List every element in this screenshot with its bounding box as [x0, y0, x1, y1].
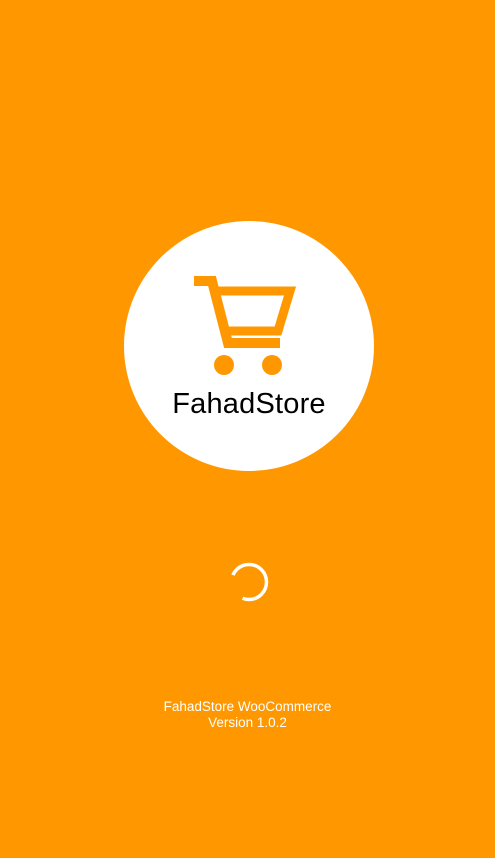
loading-spinner-icon: [229, 562, 269, 602]
splash-screen: FahadStore FahadStore WooCommerce Versio…: [0, 0, 495, 858]
brand-name: FahadStore: [172, 388, 326, 420]
shopping-cart-icon: [194, 276, 297, 375]
app-info-footer: FahadStore WooCommerce Version 1.0.2: [0, 699, 495, 731]
version-label: Version 1.0.2: [208, 715, 287, 730]
app-logo: FahadStore: [124, 221, 374, 471]
app-name-label: FahadStore WooCommerce: [163, 699, 332, 714]
